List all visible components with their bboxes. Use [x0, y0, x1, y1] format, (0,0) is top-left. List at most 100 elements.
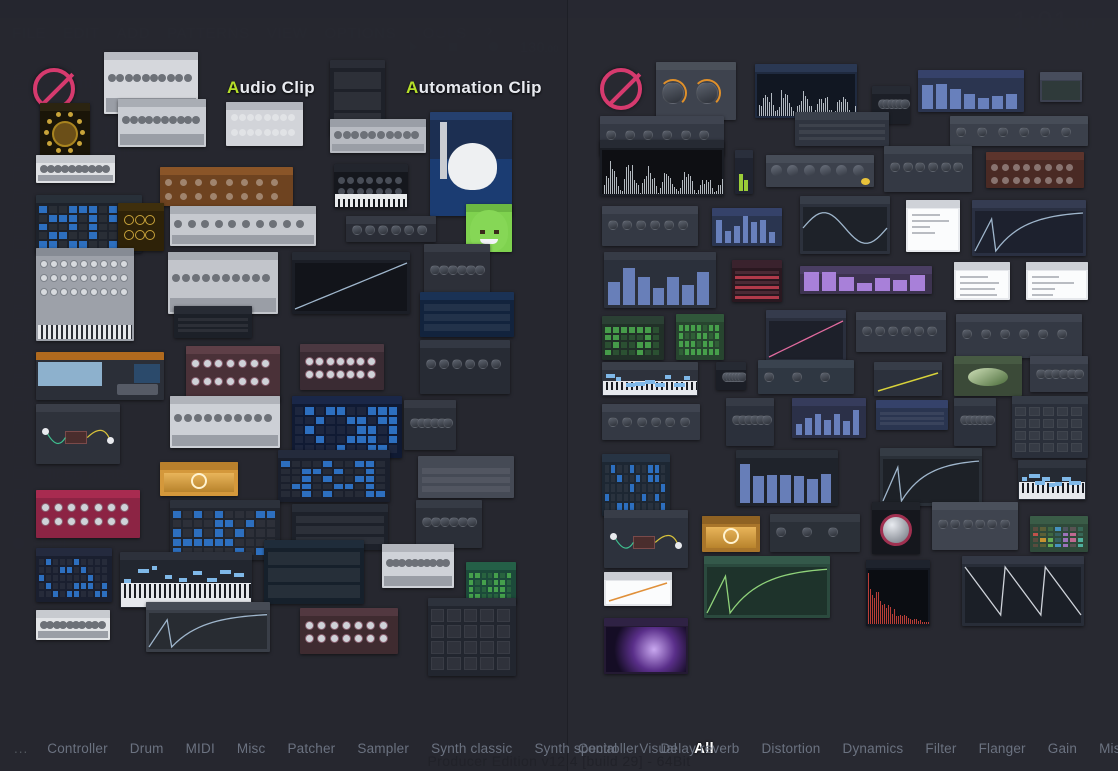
column-divider: [567, 0, 568, 771]
plugin-tile[interactable]: [800, 196, 890, 254]
plugin-tile[interactable]: [758, 360, 854, 394]
plugin-tile[interactable]: [330, 119, 426, 153]
plugin-tile[interactable]: [954, 356, 1022, 396]
plugin-tile[interactable]: [702, 516, 760, 552]
plugin-tile[interactable]: [36, 610, 110, 640]
plugin-tile[interactable]: [36, 248, 134, 341]
plugin-tile[interactable]: [954, 398, 996, 446]
automation-clip-heading[interactable]: Automation Clip: [406, 78, 542, 98]
plugin-tile[interactable]: [36, 548, 112, 602]
audio-clip-text: udio Clip: [240, 78, 315, 97]
prohibition-icon-right: [600, 68, 642, 110]
plugin-tile[interactable]: [428, 598, 516, 676]
plugin-tile[interactable]: [932, 502, 1018, 550]
plugin-tile[interactable]: [770, 514, 860, 552]
plugin-tile[interactable]: [732, 260, 782, 302]
plugin-tile[interactable]: [36, 352, 164, 400]
plugin-tile[interactable]: [1018, 460, 1086, 500]
plugin-tile[interactable]: [120, 552, 252, 608]
plugin-tile[interactable]: [712, 208, 782, 246]
plugin-tile[interactable]: [962, 556, 1084, 626]
plugin-tile[interactable]: [880, 448, 982, 506]
plugin-tile[interactable]: [604, 572, 672, 606]
plugin-tile[interactable]: [334, 164, 408, 208]
plugin-tile[interactable]: [416, 500, 482, 548]
plugin-tile[interactable]: [602, 454, 670, 516]
plugin-tile[interactable]: [874, 362, 942, 396]
plugin-tile[interactable]: [264, 540, 364, 604]
plugin-tile[interactable]: [1040, 72, 1082, 102]
plugin-tile[interactable]: [602, 362, 698, 396]
plugin-tile[interactable]: [766, 155, 874, 187]
plugin-tile[interactable]: [1012, 396, 1088, 458]
plugin-tile[interactable]: [872, 502, 920, 554]
plugin-tile[interactable]: [766, 310, 846, 362]
plugin-tile[interactable]: [160, 462, 238, 496]
plugin-tile[interactable]: [174, 306, 252, 338]
plugin-tile[interactable]: [856, 312, 946, 352]
automation-clip-text: utomation Clip: [419, 78, 542, 97]
plugin-tile[interactable]: [300, 344, 384, 390]
plugin-tile[interactable]: [755, 64, 857, 118]
plugin-tile[interactable]: [160, 167, 293, 206]
plugin-tile[interactable]: [736, 450, 838, 506]
plugin-tile[interactable]: [404, 400, 456, 450]
plugin-tile[interactable]: [602, 206, 698, 246]
plugin-tile[interactable]: [800, 266, 932, 294]
plugin-tile[interactable]: [226, 102, 303, 146]
fl-studio-window: FILE EDIT ADD PATTERNS VIEW OPTIONS TOOL…: [0, 0, 1118, 771]
plugin-tile[interactable]: [118, 203, 164, 251]
plugin-tile[interactable]: [735, 150, 753, 194]
plugin-tile[interactable]: [604, 252, 716, 308]
plugin-tile[interactable]: [602, 316, 664, 360]
plugin-tile[interactable]: [1030, 356, 1088, 392]
plugin-tile[interactable]: [170, 206, 316, 246]
plugin-tile[interactable]: [292, 396, 402, 458]
plugin-tile[interactable]: [420, 292, 514, 337]
plugin-tile[interactable]: [346, 216, 436, 242]
plugin-tile[interactable]: [950, 116, 1088, 146]
plugin-tile[interactable]: [704, 556, 830, 618]
plugin-tile[interactable]: [118, 99, 206, 147]
plugin-tile[interactable]: [956, 314, 1082, 358]
plugin-tile[interactable]: [986, 152, 1084, 188]
plugin-tile[interactable]: [278, 450, 390, 502]
audio-clip-hotkey: A: [227, 78, 240, 97]
plugin-tile[interactable]: [186, 346, 280, 402]
audio-clip-heading[interactable]: Audio Clip: [227, 78, 315, 98]
plugin-tile[interactable]: [716, 362, 746, 390]
plugin-tile[interactable]: [36, 155, 115, 183]
plugin-tile[interactable]: [170, 396, 280, 448]
plugin-tile[interactable]: [656, 62, 736, 120]
plugin-tile[interactable]: [866, 560, 930, 626]
plugin-tile[interactable]: [40, 103, 90, 159]
plugin-tile[interactable]: [36, 404, 120, 464]
plugin-tile[interactable]: [795, 112, 889, 146]
plugin-tile[interactable]: [1026, 262, 1088, 300]
plugin-tile[interactable]: [602, 404, 700, 440]
plugin-tile[interactable]: [876, 400, 948, 430]
plugin-tile[interactable]: [36, 490, 140, 538]
plugin-tile[interactable]: [918, 70, 1024, 112]
plugin-tile[interactable]: [146, 602, 270, 652]
plugin-tile[interactable]: [726, 398, 774, 446]
plugin-tile[interactable]: [168, 252, 278, 314]
plugin-tile[interactable]: [792, 398, 866, 438]
plugin-tile[interactable]: [1030, 516, 1088, 552]
plugin-tile[interactable]: [300, 608, 398, 654]
plugin-tile[interactable]: [676, 314, 724, 360]
plugin-tile[interactable]: [906, 200, 960, 252]
plugin-tile[interactable]: [954, 262, 1010, 300]
plugin-picker-overlay: Audio Clip Automation Clip ... Controlle…: [0, 0, 1118, 771]
plugin-tile[interactable]: [884, 146, 972, 192]
plugin-tile[interactable]: [430, 112, 512, 216]
plugin-tile[interactable]: [420, 340, 510, 394]
plugin-tile[interactable]: [292, 252, 410, 314]
plugin-tile[interactable]: [604, 510, 688, 568]
version-text: Producer Edition v12.4 [build 29] - 64Bi…: [0, 753, 1118, 769]
plugin-tile[interactable]: [600, 140, 724, 196]
plugin-tile[interactable]: [604, 618, 688, 674]
plugin-tile[interactable]: [972, 200, 1086, 256]
plugin-tile[interactable]: [382, 544, 454, 588]
plugin-tile[interactable]: [418, 456, 514, 498]
